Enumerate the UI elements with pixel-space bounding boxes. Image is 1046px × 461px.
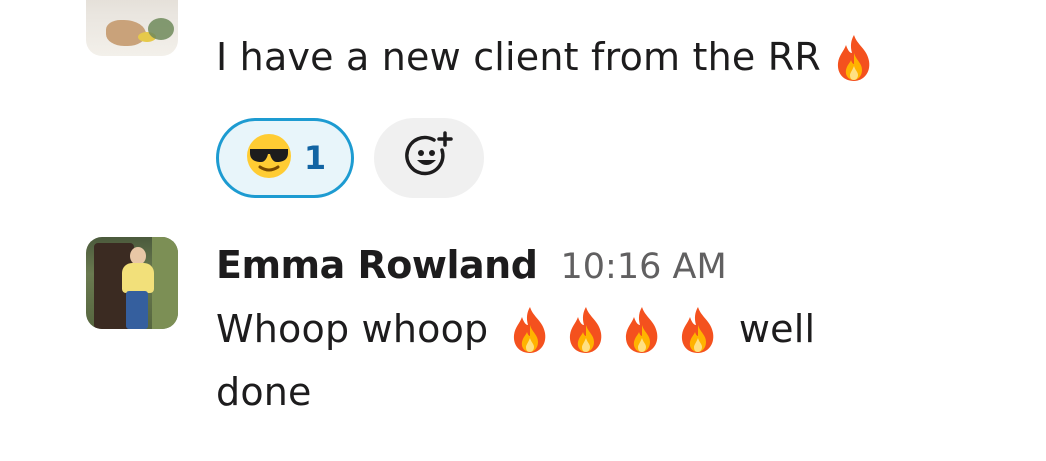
avatar[interactable] [86, 237, 178, 329]
message-body-continued: done [216, 365, 312, 419]
message-text: Whoop whoop [216, 307, 489, 351]
add-reaction-button[interactable] [374, 118, 484, 198]
message-header: Emma Rowland 10:16 AM [216, 238, 727, 300]
message-body: I have a new client from the RR [216, 30, 875, 87]
reaction-sunglasses-button[interactable]: 1 [216, 118, 354, 198]
add-emoji-icon [402, 129, 456, 187]
message-body: Whoop whoop well [216, 302, 815, 359]
reaction-count: 1 [303, 139, 327, 177]
message-pane: I have a new client from the RR 1 Emma R… [0, 0, 1046, 461]
message-timestamp[interactable]: 10:16 AM [561, 247, 727, 287]
fire-emoji-icon [621, 305, 663, 359]
fire-emoji-icon [833, 33, 875, 87]
fire-emoji-icon [509, 305, 551, 359]
fire-emoji-icon [677, 305, 719, 359]
message-text: I have a new client from the RR [216, 35, 821, 79]
author-name[interactable]: Emma Rowland [216, 243, 538, 287]
fire-emoji-icon [565, 305, 607, 359]
sunglasses-face-icon [244, 131, 294, 185]
avatar[interactable] [86, 0, 178, 56]
reaction-bar: 1 [216, 118, 484, 198]
message-text: done [216, 370, 312, 414]
message-text: well [738, 307, 816, 351]
